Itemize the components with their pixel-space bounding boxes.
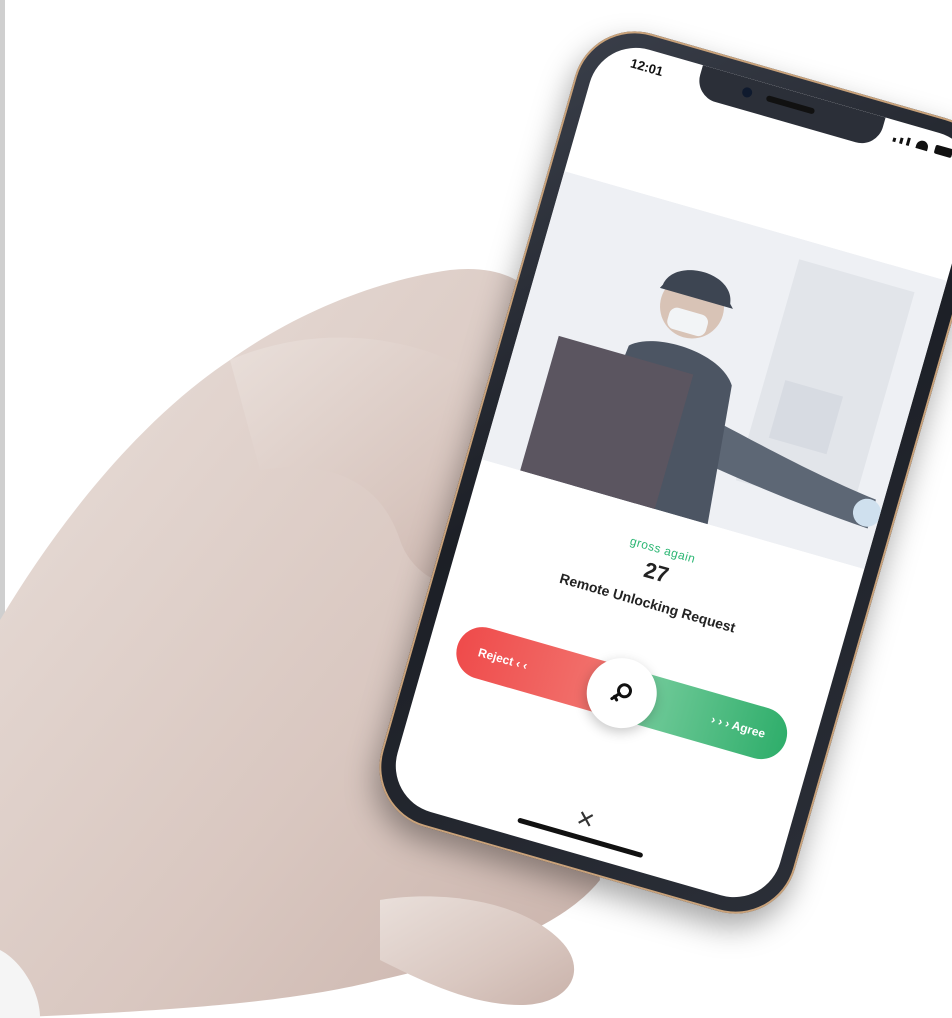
earpiece-speaker: [765, 95, 816, 115]
door-camera-feed: [481, 171, 947, 570]
front-camera: [740, 86, 754, 99]
key-icon: [610, 683, 632, 702]
unlock-slider[interactable]: Reject ‹ ‹ › › › Agree: [450, 620, 794, 766]
wifi-icon: [915, 139, 930, 152]
signal-bar-icon: [892, 137, 897, 143]
status-time: 12:01: [628, 55, 665, 80]
battery-icon: [933, 144, 952, 159]
signal-bar-icon: [899, 137, 904, 145]
reject-label: Reject ‹ ‹: [476, 645, 530, 673]
signal-bar-icon: [905, 137, 911, 147]
agree-label: › › › Agree: [709, 712, 767, 741]
status-icons: [892, 133, 952, 159]
